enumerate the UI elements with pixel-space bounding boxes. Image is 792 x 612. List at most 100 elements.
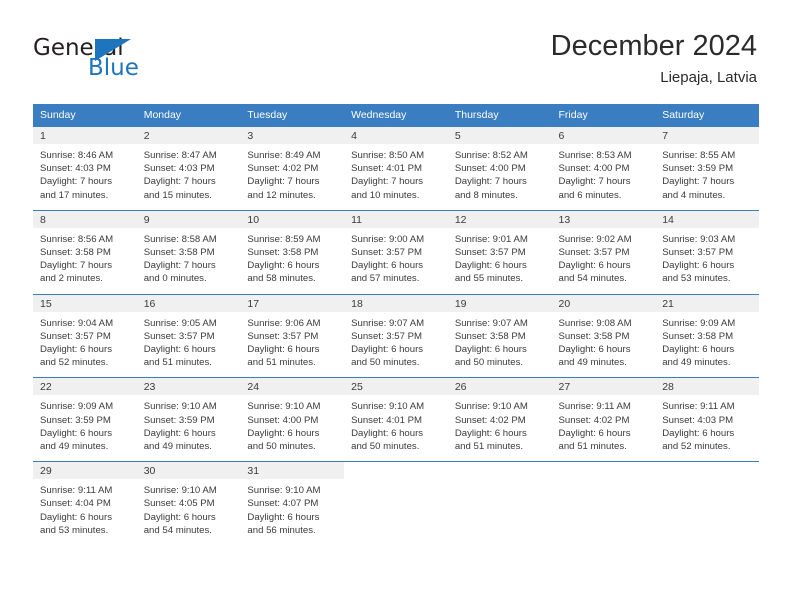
day-number: 16: [136, 294, 241, 312]
calendar-day-cell[interactable]: 16 Sunrise: 9:05 AM Sunset: 3:57 PM Dayligh…: [136, 293, 241, 378]
day-details: Sunrise: 9:10 AM Sunset: 4:02 PM Daylight:…: [448, 395, 552, 461]
daylight-text-line2: and 49 minutes.: [40, 441, 109, 453]
day-number: 21: [655, 294, 759, 312]
sunrise-text: Sunrise: 9:05 AM: [143, 317, 217, 329]
sunset-text: Sunset: 3:57 PM: [454, 247, 526, 259]
weekday-header-monday: Monday: [136, 104, 241, 127]
sunrise-text: Sunrise: 8:56 AM: [40, 233, 114, 245]
daylight-text-line1: Daylight: 7 hours: [558, 176, 631, 188]
calendar-day-cell[interactable]: 24 Sunrise: 9:10 AM Sunset: 4:00 PM Dayligh…: [240, 377, 345, 462]
calendar-day-cell[interactable]: 6 Sunrise: 8:53 AM Sunset: 4:00 PM Daylight…: [551, 126, 656, 211]
calendar-day-cell[interactable]: 21 Sunrise: 9:09 AM Sunset: 3:58 PM Dayligh…: [655, 293, 759, 378]
daylight-text-line2: and 50 minutes.: [351, 357, 420, 369]
sunset-text: Sunset: 3:57 PM: [40, 330, 111, 342]
daylight-text-line1: Daylight: 6 hours: [143, 511, 216, 523]
calendar-table: Sunday Monday Tuesday Wednesday Thursday…: [33, 104, 759, 546]
daylight-text-line2: and 49 minutes.: [558, 357, 627, 369]
sunset-text: Sunset: 4:02 PM: [247, 163, 319, 175]
calendar-day-cell[interactable]: 10 Sunrise: 8:59 AM Sunset: 3:58 PM Dayligh…: [240, 209, 345, 295]
sunset-text: Sunset: 3:58 PM: [247, 247, 319, 259]
daylight-text-line1: Daylight: 6 hours: [662, 344, 735, 356]
calendar-day-cell[interactable]: 14 Sunrise: 9:03 AM Sunset: 3:57 PM Dayligh…: [655, 209, 759, 295]
day-number: 12: [447, 210, 552, 228]
day-number: 19: [447, 294, 552, 312]
sunset-text: Sunset: 3:59 PM: [662, 163, 734, 175]
sunset-text: Sunset: 4:02 PM: [558, 414, 630, 426]
sunrise-text: Sunrise: 9:09 AM: [40, 401, 114, 413]
daylight-text-line2: and 51 minutes.: [247, 357, 316, 369]
weekday-header-sunday: Sunday: [33, 104, 137, 127]
calendar-day-cell[interactable]: 22 Sunrise: 9:09 AM Sunset: 3:59 PM Dayligh…: [33, 377, 137, 462]
calendar-day-cell[interactable]: 5 Sunrise: 8:52 AM Sunset: 4:00 PM Daylight…: [447, 126, 552, 211]
sunrise-text: Sunrise: 9:09 AM: [662, 317, 736, 329]
calendar-day-cell[interactable]: 12 Sunrise: 9:01 AM Sunset: 3:57 PM Dayligh…: [447, 209, 552, 295]
calendar-day-cell[interactable]: 15 Sunrise: 9:04 AM Sunset: 3:57 PM Dayligh…: [33, 293, 137, 378]
sunrise-text: Sunrise: 9:10 AM: [454, 401, 528, 413]
daylight-text-line1: Daylight: 6 hours: [662, 427, 735, 439]
daylight-text-line1: Daylight: 6 hours: [351, 260, 424, 272]
calendar-day-cell[interactable]: 2 Sunrise: 8:47 AM Sunset: 4:03 PM Daylight…: [136, 126, 241, 211]
sunrise-text: Sunrise: 9:10 AM: [351, 401, 425, 413]
calendar-day-cell[interactable]: 8 Sunrise: 8:56 AM Sunset: 3:58 PM Daylight…: [33, 209, 137, 295]
daylight-text-line2: and 6 minutes.: [558, 189, 622, 201]
calendar-day-cell[interactable]: 7 Sunrise: 8:55 AM Sunset: 3:59 PM Daylight…: [655, 126, 759, 211]
calendar-day-cell[interactable]: 9 Sunrise: 8:58 AM Sunset: 3:58 PM Daylight…: [136, 209, 241, 295]
sunset-text: Sunset: 4:07 PM: [247, 498, 319, 510]
calendar-day-cell[interactable]: 27 Sunrise: 9:11 AM Sunset: 4:02 PM Dayligh…: [551, 377, 656, 462]
sunset-text: Sunset: 4:03 PM: [40, 163, 111, 175]
calendar-day-cell[interactable]: 11 Sunrise: 9:00 AM Sunset: 3:57 PM Dayligh…: [344, 209, 448, 295]
brand-logo[interactable]: General Blue: [33, 36, 183, 88]
day-details: Sunrise: 8:55 AM Sunset: 3:59 PM Daylight:…: [655, 144, 759, 210]
calendar-day-cell[interactable]: 18 Sunrise: 9:07 AM Sunset: 3:57 PM Dayligh…: [344, 293, 448, 378]
day-details: Sunrise: 8:49 AM Sunset: 4:02 PM Daylight:…: [240, 144, 344, 210]
calendar-day-cell[interactable]: 3 Sunrise: 8:49 AM Sunset: 4:02 PM Daylight…: [240, 126, 345, 211]
daylight-text-line1: Daylight: 6 hours: [662, 260, 735, 272]
calendar-day-cell[interactable]: 20 Sunrise: 9:08 AM Sunset: 3:58 PM Dayligh…: [551, 293, 656, 378]
calendar-day-cell[interactable]: 19 Sunrise: 9:07 AM Sunset: 3:58 PM Dayligh…: [447, 293, 552, 378]
sunrise-text: Sunrise: 9:10 AM: [247, 401, 321, 413]
calendar-day-cell[interactable]: 29 Sunrise: 9:11 AM Sunset: 4:04 PM Dayligh…: [33, 461, 137, 546]
sunrise-text: Sunrise: 8:55 AM: [662, 150, 736, 161]
calendar-day-cell[interactable]: 1 Sunrise: 8:46 AM Sunset: 4:03 PM Daylight…: [33, 126, 137, 211]
daylight-text-line1: Daylight: 7 hours: [143, 176, 216, 188]
daylight-text-line1: Daylight: 6 hours: [558, 344, 631, 356]
weekday-header-tuesday: Tuesday: [240, 104, 345, 127]
sunrise-text: Sunrise: 8:46 AM: [40, 150, 114, 161]
page-subtitle: Liepaja, Latvia: [660, 69, 757, 86]
day-details: [655, 479, 759, 542]
sunset-text: Sunset: 4:02 PM: [454, 414, 526, 426]
daylight-text-line2: and 51 minutes.: [454, 441, 524, 453]
daylight-text-line2: and 15 minutes.: [143, 189, 212, 201]
sunrise-text: Sunrise: 9:02 AM: [558, 233, 632, 245]
calendar-day-cell[interactable]: 13 Sunrise: 9:02 AM Sunset: 3:57 PM Dayligh…: [551, 209, 656, 295]
daylight-text-line1: Daylight: 6 hours: [247, 260, 320, 272]
day-number: 10: [240, 210, 345, 228]
calendar-day-cell[interactable]: 4 Sunrise: 8:50 AM Sunset: 4:01 PM Daylight…: [344, 126, 448, 211]
calendar-day-cell[interactable]: 25 Sunrise: 9:10 AM Sunset: 4:01 PM Dayligh…: [344, 377, 448, 462]
calendar-cell-empty: [655, 461, 759, 546]
day-number: 23: [136, 378, 241, 396]
title-block: December 2024 Liepaja, Latvia: [551, 28, 757, 88]
day-number: 28: [655, 378, 759, 396]
calendar-day-cell[interactable]: 28 Sunrise: 9:11 AM Sunset: 4:03 PM Dayligh…: [655, 377, 759, 462]
day-details: Sunrise: 8:46 AM Sunset: 4:03 PM Daylight:…: [33, 144, 137, 210]
calendar-day-cell[interactable]: 31 Sunrise: 9:10 AM Sunset: 4:07 PM Dayligh…: [240, 461, 345, 546]
day-number: [447, 462, 552, 480]
calendar-day-cell[interactable]: 30 Sunrise: 9:10 AM Sunset: 4:05 PM Dayligh…: [136, 461, 241, 546]
day-details: Sunrise: 9:10 AM Sunset: 3:59 PM Daylight:…: [137, 395, 241, 461]
day-details: Sunrise: 8:53 AM Sunset: 4:00 PM Daylight:…: [552, 144, 656, 210]
calendar-day-cell[interactable]: 26 Sunrise: 9:10 AM Sunset: 4:02 PM Dayligh…: [447, 377, 552, 462]
day-number: 8: [33, 210, 137, 228]
daylight-text-line2: and 12 minutes.: [247, 189, 316, 201]
daylight-text-line2: and 53 minutes.: [662, 273, 731, 285]
daylight-text-line2: and 57 minutes.: [351, 273, 420, 285]
calendar-cell-empty: [344, 461, 448, 546]
day-number: 3: [240, 127, 345, 144]
calendar-day-cell[interactable]: 17 Sunrise: 9:06 AM Sunset: 3:57 PM Dayligh…: [240, 293, 345, 378]
calendar-day-cell[interactable]: 23 Sunrise: 9:10 AM Sunset: 3:59 PM Dayligh…: [136, 377, 241, 462]
sunset-text: Sunset: 4:01 PM: [351, 163, 423, 175]
daylight-text-line1: Daylight: 6 hours: [558, 260, 631, 272]
daylight-text-line2: and 49 minutes.: [662, 357, 731, 369]
sunset-text: Sunset: 4:04 PM: [40, 498, 111, 510]
day-details: Sunrise: 9:08 AM Sunset: 3:58 PM Daylight:…: [552, 312, 656, 378]
